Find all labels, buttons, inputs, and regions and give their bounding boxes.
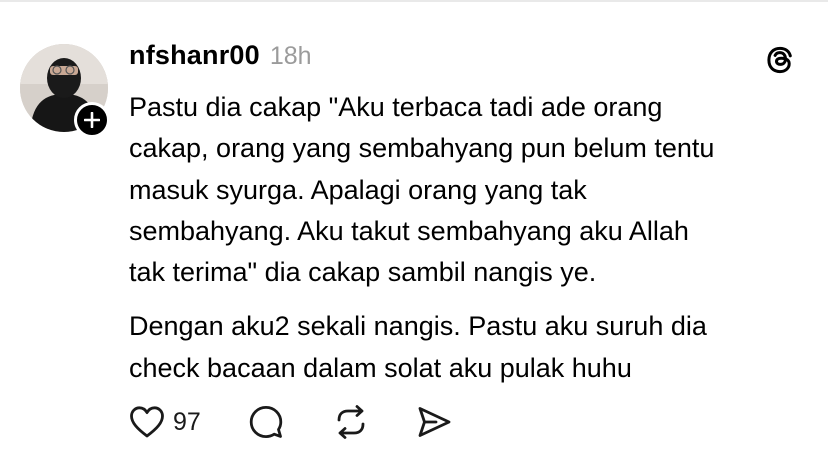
post-body: Pastu dia cakap "Aku terbaca tadi ade or… — [129, 87, 819, 389]
post-header: nfshanr00 18h — [129, 40, 312, 76]
repost-icon — [337, 405, 365, 439]
like-button[interactable]: 97 — [129, 405, 201, 439]
share-icon — [418, 407, 451, 437]
top-divider — [0, 0, 828, 2]
timestamp: 18h — [269, 42, 312, 70]
threads-logo-icon[interactable] — [764, 44, 796, 76]
plus-icon — [84, 112, 100, 128]
comment-icon — [249, 406, 283, 438]
comment-button[interactable] — [248, 404, 284, 440]
follow-button[interactable] — [74, 102, 110, 138]
username[interactable]: nfshanr00 — [129, 40, 260, 71]
like-count: 97 — [173, 407, 201, 436]
repost-button[interactable] — [333, 404, 369, 440]
share-button[interactable] — [416, 404, 452, 440]
post-paragraph: Dengan aku2 sekali nangis. Pastu aku sur… — [129, 311, 707, 383]
post-paragraph: Pastu dia cakap "Aku terbaca tadi ade or… — [129, 92, 715, 288]
heart-icon — [130, 406, 164, 438]
action-bar: 97 — [129, 402, 452, 442]
